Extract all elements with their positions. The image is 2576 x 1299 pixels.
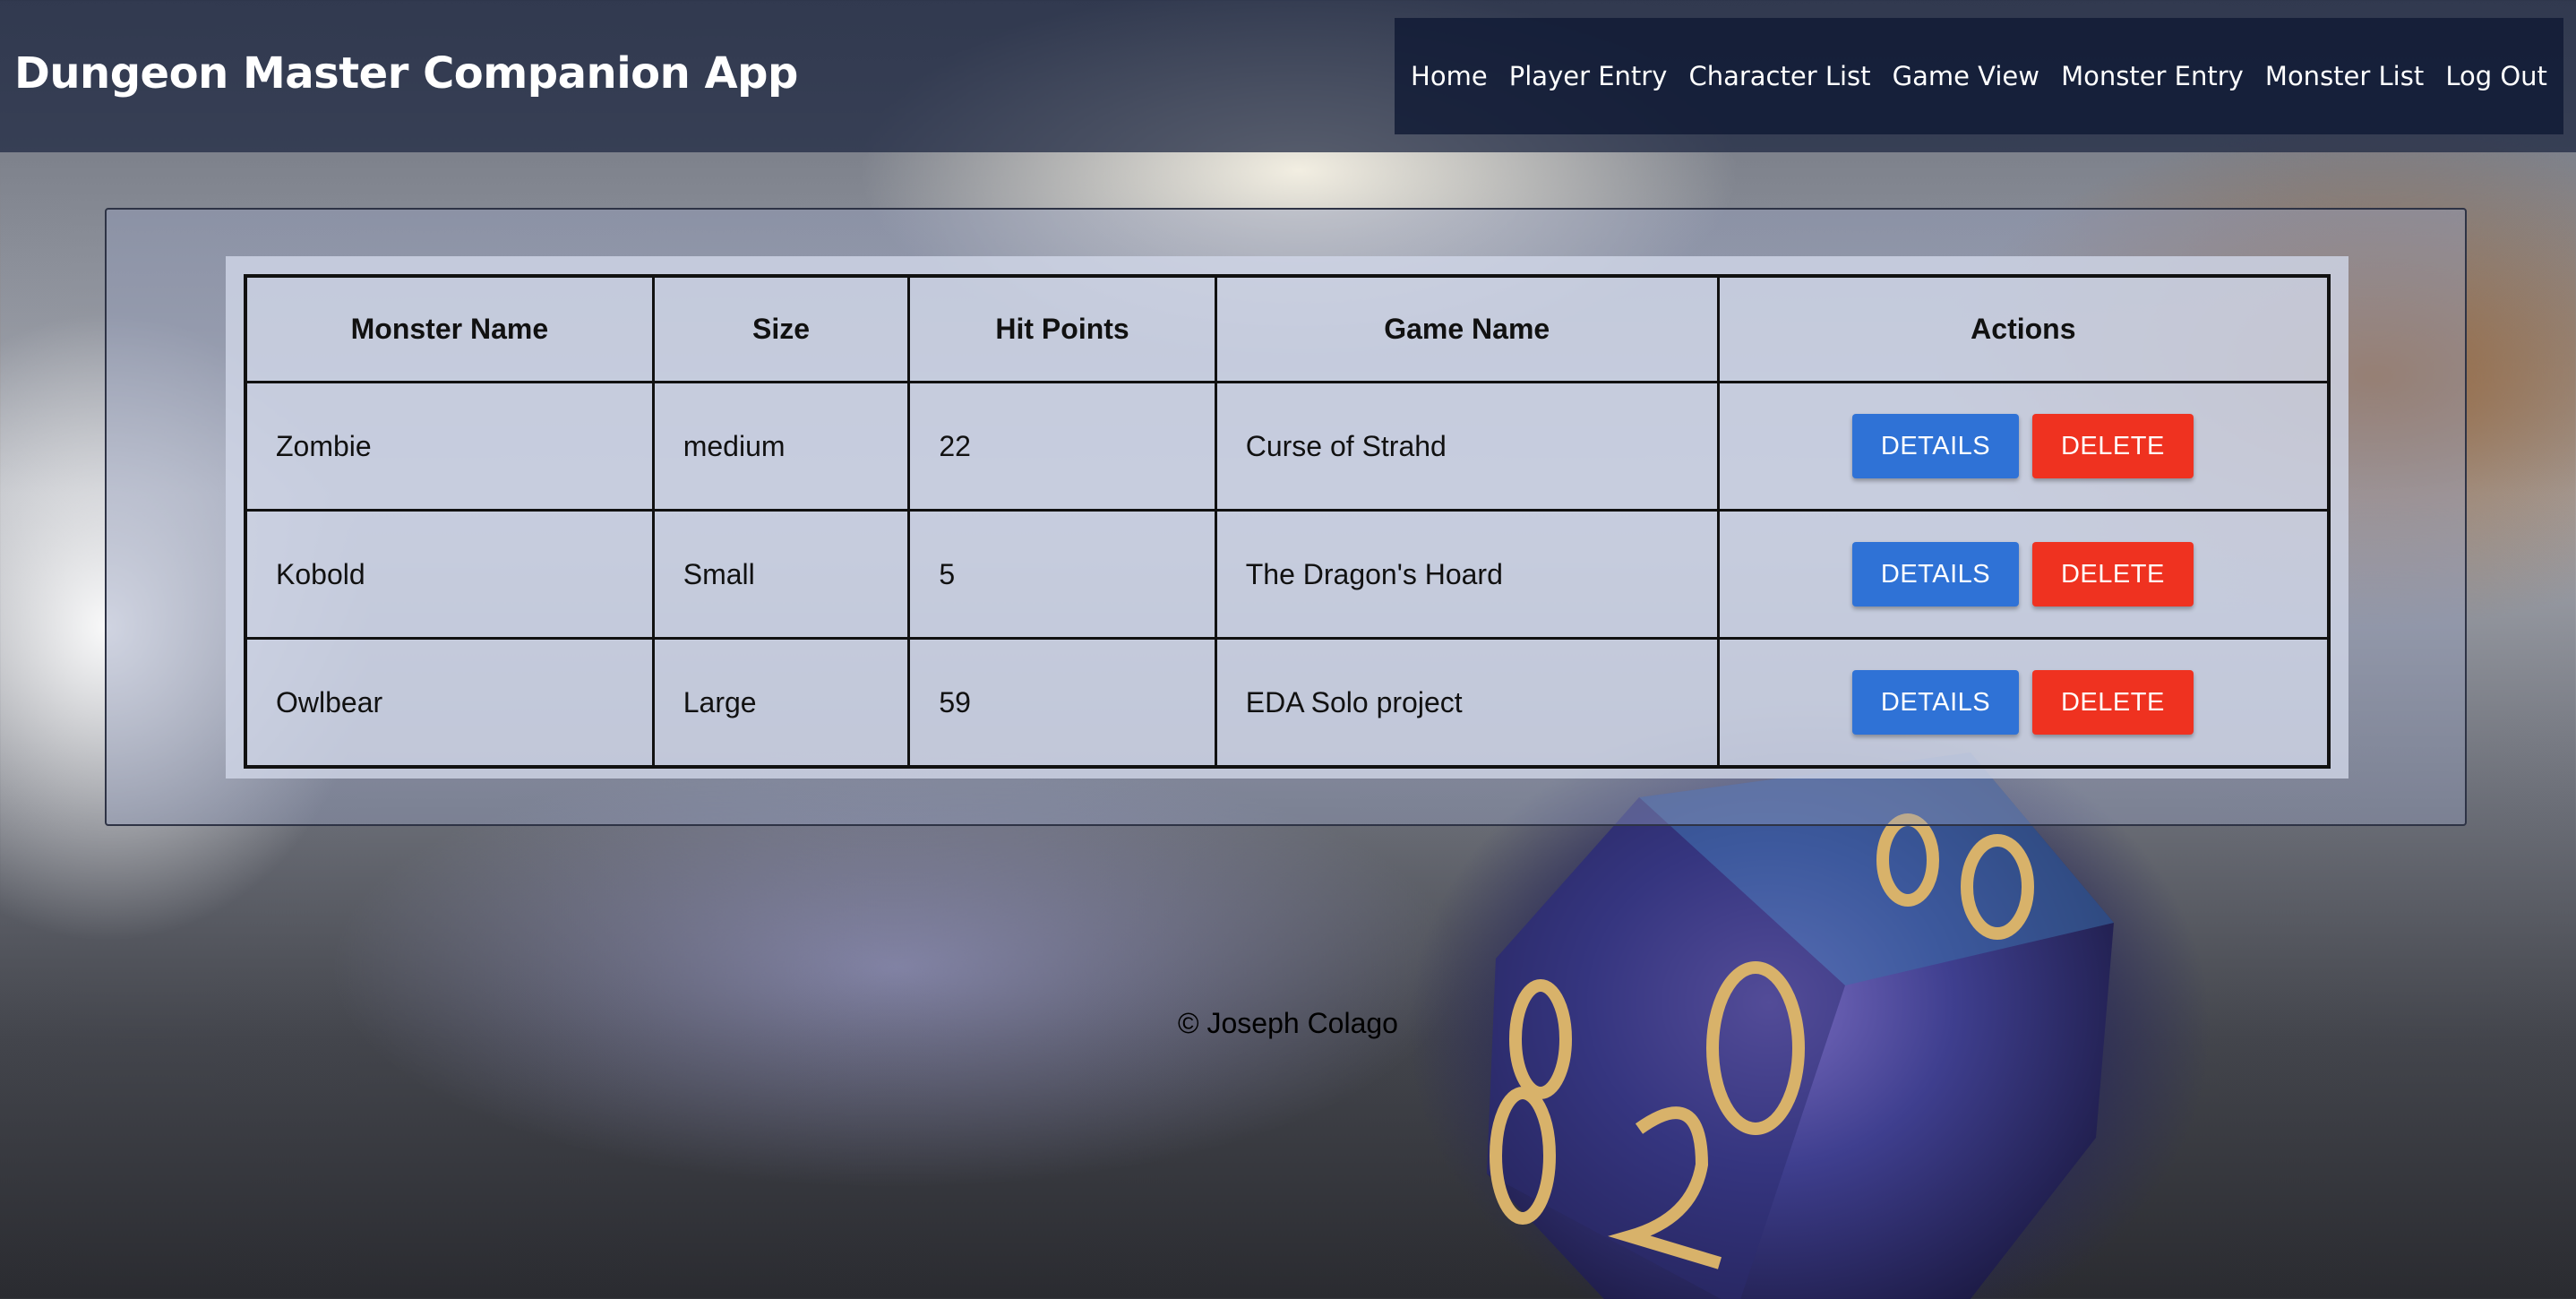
game-name-cell: EDA Solo project: [1214, 637, 1720, 769]
monster-table: Monster Name Size Hit Points Game Name A…: [244, 274, 2331, 769]
hit-points-cell: 22: [907, 381, 1217, 512]
nav-home[interactable]: Home: [1411, 61, 1488, 91]
monster-name-cell: Owlbear: [244, 637, 655, 769]
monster-name-cell: Zombie: [244, 381, 655, 512]
nav-player-entry[interactable]: Player Entry: [1509, 61, 1668, 91]
table-row: Kobold Small 5 The Dragon's Hoard DETAIL…: [244, 509, 2331, 640]
actions-cell: DETAILS DELETE: [1716, 509, 2331, 640]
delete-button[interactable]: DELETE: [2031, 542, 2194, 606]
size-cell: Large: [651, 637, 911, 769]
monster-name-cell: Kobold: [244, 509, 655, 640]
nav-monster-list[interactable]: Monster List: [2265, 61, 2424, 91]
column-header-hit-points: Hit Points: [907, 274, 1217, 383]
hit-points-cell: 59: [907, 637, 1217, 769]
app-header: Dungeon Master Companion App Home Player…: [0, 0, 2576, 152]
actions-cell: DETAILS DELETE: [1716, 381, 2331, 512]
main-nav: Home Player Entry Character List Game Vi…: [1395, 18, 2563, 134]
game-name-cell: The Dragon's Hoard: [1214, 509, 1720, 640]
column-header-monster-name: Monster Name: [244, 274, 655, 383]
table-row: Zombie medium 22 Curse of Strahd DETAILS…: [244, 381, 2331, 512]
size-cell: medium: [651, 381, 911, 512]
delete-button[interactable]: DELETE: [2031, 670, 2194, 735]
details-button[interactable]: DETAILS: [1851, 414, 2020, 478]
monster-list-panel: Monster Name Size Hit Points Game Name A…: [105, 208, 2467, 826]
footer-copyright: © Joseph Colago: [1178, 1007, 1398, 1039]
details-button[interactable]: DETAILS: [1851, 670, 2020, 735]
nav-monster-entry[interactable]: Monster Entry: [2061, 61, 2244, 91]
monster-table-container: Monster Name Size Hit Points Game Name A…: [226, 256, 2348, 779]
actions-cell: DETAILS DELETE: [1716, 637, 2331, 769]
hit-points-cell: 5: [907, 509, 1217, 640]
column-header-size: Size: [651, 274, 911, 383]
game-name-cell: Curse of Strahd: [1214, 381, 1720, 512]
column-header-actions: Actions: [1716, 274, 2331, 383]
column-header-game-name: Game Name: [1214, 274, 1720, 383]
size-cell: Small: [651, 509, 911, 640]
nav-game-view[interactable]: Game View: [1893, 61, 2039, 91]
app-title: Dungeon Master Companion App: [14, 48, 798, 99]
nav-log-out[interactable]: Log Out: [2445, 61, 2547, 91]
table-row: Owlbear Large 59 EDA Solo project DETAIL…: [244, 637, 2331, 769]
table-header-row: Monster Name Size Hit Points Game Name A…: [244, 274, 2331, 383]
nav-character-list[interactable]: Character List: [1688, 61, 1870, 91]
details-button[interactable]: DETAILS: [1851, 542, 2020, 606]
delete-button[interactable]: DELETE: [2031, 414, 2194, 478]
